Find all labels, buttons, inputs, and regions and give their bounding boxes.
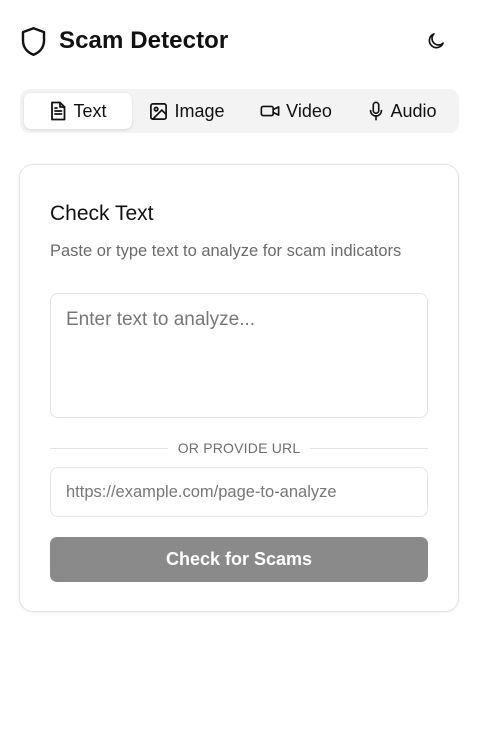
app-title: Scam Detector bbox=[59, 27, 229, 54]
moon-icon bbox=[428, 33, 444, 49]
divider-label: OR PROVIDE URL bbox=[177, 440, 301, 456]
url-input[interactable] bbox=[50, 467, 428, 517]
url-divider: OR PROVIDE URL bbox=[50, 439, 429, 457]
tab-video-label: Video bbox=[286, 100, 332, 121]
tab-audio-label: Audio bbox=[390, 100, 437, 121]
brand: Scam Detector bbox=[20, 26, 228, 57]
input-type-tabs: Text Image Video Audio bbox=[20, 89, 459, 133]
shield-icon bbox=[21, 26, 46, 56]
text-input[interactable] bbox=[50, 293, 428, 418]
header: Scam Detector bbox=[20, 24, 457, 58]
microphone-icon bbox=[370, 101, 383, 121]
video-icon bbox=[260, 105, 280, 117]
divider-line-left bbox=[50, 447, 168, 449]
card-description: Paste or type text to analyze for scam i… bbox=[50, 242, 402, 260]
tab-text-label: Text bbox=[73, 100, 107, 121]
card-title: Check Text bbox=[50, 202, 154, 225]
check-for-scams-button[interactable]: Check for Scams bbox=[50, 537, 428, 582]
tab-text[interactable]: Text bbox=[24, 93, 132, 129]
tab-image[interactable]: Image bbox=[132, 93, 242, 129]
check-text-card: Check Text Paste or type text to analyze… bbox=[19, 164, 459, 612]
image-icon bbox=[150, 102, 168, 120]
file-text-icon bbox=[51, 101, 66, 121]
tab-audio[interactable]: Audio bbox=[350, 93, 455, 129]
divider-line-right bbox=[310, 447, 429, 449]
tab-video[interactable]: Video bbox=[242, 93, 350, 129]
app-root: Scam Detector Text Image Video Audio Che… bbox=[0, 0, 477, 748]
tab-image-label: Image bbox=[174, 100, 225, 121]
theme-toggle-button[interactable] bbox=[421, 26, 451, 56]
